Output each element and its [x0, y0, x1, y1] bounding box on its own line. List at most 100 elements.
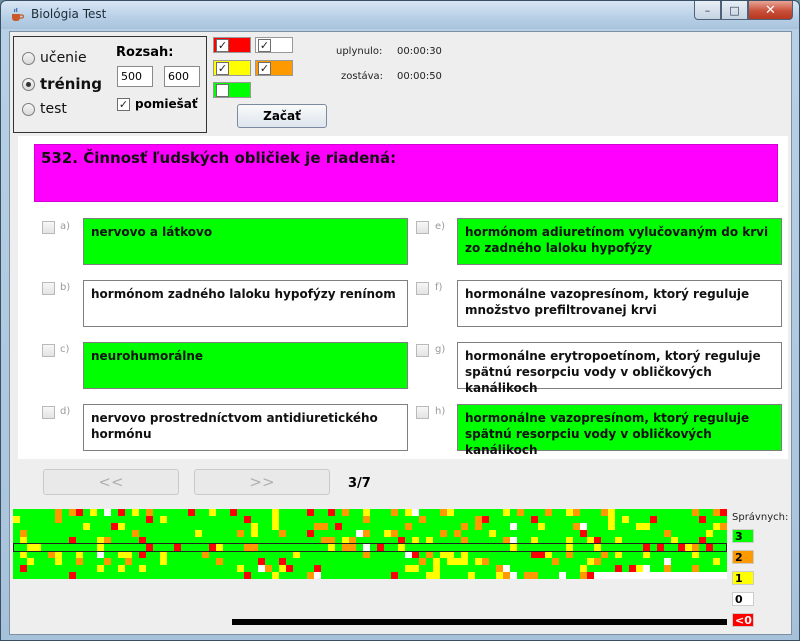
stats-cell [258, 565, 265, 572]
stats-cell [580, 565, 587, 572]
stats-cell [587, 572, 594, 579]
stats-cell [622, 516, 629, 523]
stats-cell [664, 558, 671, 565]
filter-yellow[interactable]: ✓ [213, 60, 251, 76]
close-button[interactable]: ✕ [748, 1, 793, 20]
radio-trening[interactable] [22, 77, 35, 91]
stats-cell [412, 509, 419, 516]
stats-cell [433, 565, 440, 572]
start-button[interactable]: Začať [237, 104, 327, 128]
filter-yellow-checkbox[interactable]: ✓ [216, 61, 229, 75]
stats-cell [713, 558, 720, 565]
stats-cell-empty [671, 572, 678, 579]
stats-cell [321, 523, 328, 530]
mode-radio-trening[interactable]: tréning [22, 75, 102, 93]
stats-cell-empty [650, 572, 657, 579]
stats-cell [426, 551, 433, 558]
answer-a-checkbox[interactable] [42, 221, 55, 234]
answer-h[interactable]: hormonálne vazopresínom, ktorý reguluje … [457, 404, 782, 457]
answer-e-checkbox[interactable] [416, 221, 429, 234]
stats-cell [461, 551, 468, 558]
stats-cell [342, 537, 349, 544]
filter-white[interactable]: ✓ [255, 37, 293, 53]
range-to-input[interactable]: 600 [164, 66, 200, 87]
answer-e[interactable]: hormónom adiuretínom vylučovaným do krvi… [457, 218, 782, 265]
filter-orange[interactable]: ✓ [255, 60, 293, 76]
minimize-button[interactable]: – [694, 1, 721, 20]
elapsed-value: 00:00:30 [397, 46, 442, 57]
answer-a[interactable]: nervovo a látkovo [83, 218, 408, 265]
answer-d-checkbox[interactable] [42, 406, 55, 419]
answer-h-checkbox[interactable] [416, 406, 429, 419]
answer-b[interactable]: hormónom zadného laloku hypofýzy renínom [83, 280, 408, 327]
stats-cell-empty [720, 572, 727, 579]
stats-cell [286, 565, 293, 572]
prev-button[interactable]: << [43, 469, 179, 495]
stats-cell [251, 523, 258, 530]
filter-red-checkbox[interactable]: ✓ [216, 38, 229, 52]
mode-radio-ucenie[interactable]: učenie [22, 50, 87, 66]
filter-orange-checkbox[interactable]: ✓ [258, 61, 271, 75]
stats-cell [160, 516, 167, 523]
filter-green-checkbox[interactable] [216, 83, 229, 97]
stats-cell [405, 523, 412, 530]
shuffle-checkbox-row[interactable]: ✓ pomiešať [117, 97, 198, 111]
answer-c[interactable]: neurohumorálne [83, 342, 408, 389]
stats-cell-empty [622, 572, 629, 579]
radio-ucenie[interactable] [22, 51, 35, 65]
stats-cell-empty [636, 572, 643, 579]
shuffle-checkbox[interactable]: ✓ [117, 97, 130, 111]
next-button[interactable]: >> [194, 469, 330, 495]
stats-cell [643, 551, 650, 558]
filter-white-checkbox[interactable]: ✓ [258, 38, 271, 52]
stats-cell [188, 509, 195, 516]
stats-cell [643, 565, 650, 572]
mode-label-ucenie: učenie [40, 50, 87, 66]
mode-radio-test[interactable]: test [22, 101, 67, 117]
stats-cell [503, 509, 510, 516]
java-cup-icon [12, 7, 25, 21]
stats-cell [111, 523, 118, 530]
answer-c-checkbox[interactable] [42, 344, 55, 357]
stats-cell [272, 523, 279, 530]
stats-cell [510, 572, 517, 579]
legend-0: 0 [732, 592, 754, 606]
answer-b-checkbox[interactable] [42, 282, 55, 295]
stats-cell [405, 565, 412, 572]
radio-test[interactable] [22, 102, 35, 116]
answer-d[interactable]: nervovo prostredníctvom antidiuretického… [83, 404, 408, 451]
stats-cell [307, 530, 314, 537]
stats-cell [195, 530, 202, 537]
stats-cell [720, 523, 727, 530]
stats-cell [48, 551, 55, 558]
answer-f-checkbox[interactable] [416, 282, 429, 295]
stats-cell [20, 565, 27, 572]
stats-cell [615, 551, 622, 558]
stats-grid[interactable] [13, 509, 727, 579]
filter-green[interactable] [213, 82, 251, 98]
stats-cell [55, 558, 62, 565]
stats-cell [482, 558, 489, 565]
answer-f[interactable]: hormonálne vazopresínom, ktorý reguluje … [457, 280, 782, 327]
filter-red[interactable]: ✓ [213, 37, 251, 53]
stats-cell [496, 565, 503, 572]
stats-cell [13, 516, 20, 523]
stats-cell [713, 509, 720, 516]
legend-title: Správnych: [732, 512, 789, 523]
stats-cell [482, 516, 489, 523]
stats-cell [342, 544, 349, 551]
stats-cell [391, 572, 398, 579]
stats-cell [34, 544, 41, 551]
stats-cell [643, 544, 650, 551]
answer-g-checkbox[interactable] [416, 344, 429, 357]
stats-cell-empty [643, 572, 650, 579]
range-from-input[interactable]: 500 [117, 66, 153, 87]
stats-cell [328, 537, 335, 544]
stats-cell [510, 544, 517, 551]
answer-g[interactable]: hormonálne erytropoetínom, ktorý reguluj… [457, 342, 782, 395]
stats-cell [454, 558, 461, 565]
stats-cell [664, 530, 671, 537]
maximize-button[interactable]: □ [721, 1, 748, 20]
mode-panel: učenie tréning test Rozsah: 500 600 ✓ po… [13, 36, 207, 133]
title-bar[interactable]: Biológia Test – □ ✕ [1, 1, 799, 29]
